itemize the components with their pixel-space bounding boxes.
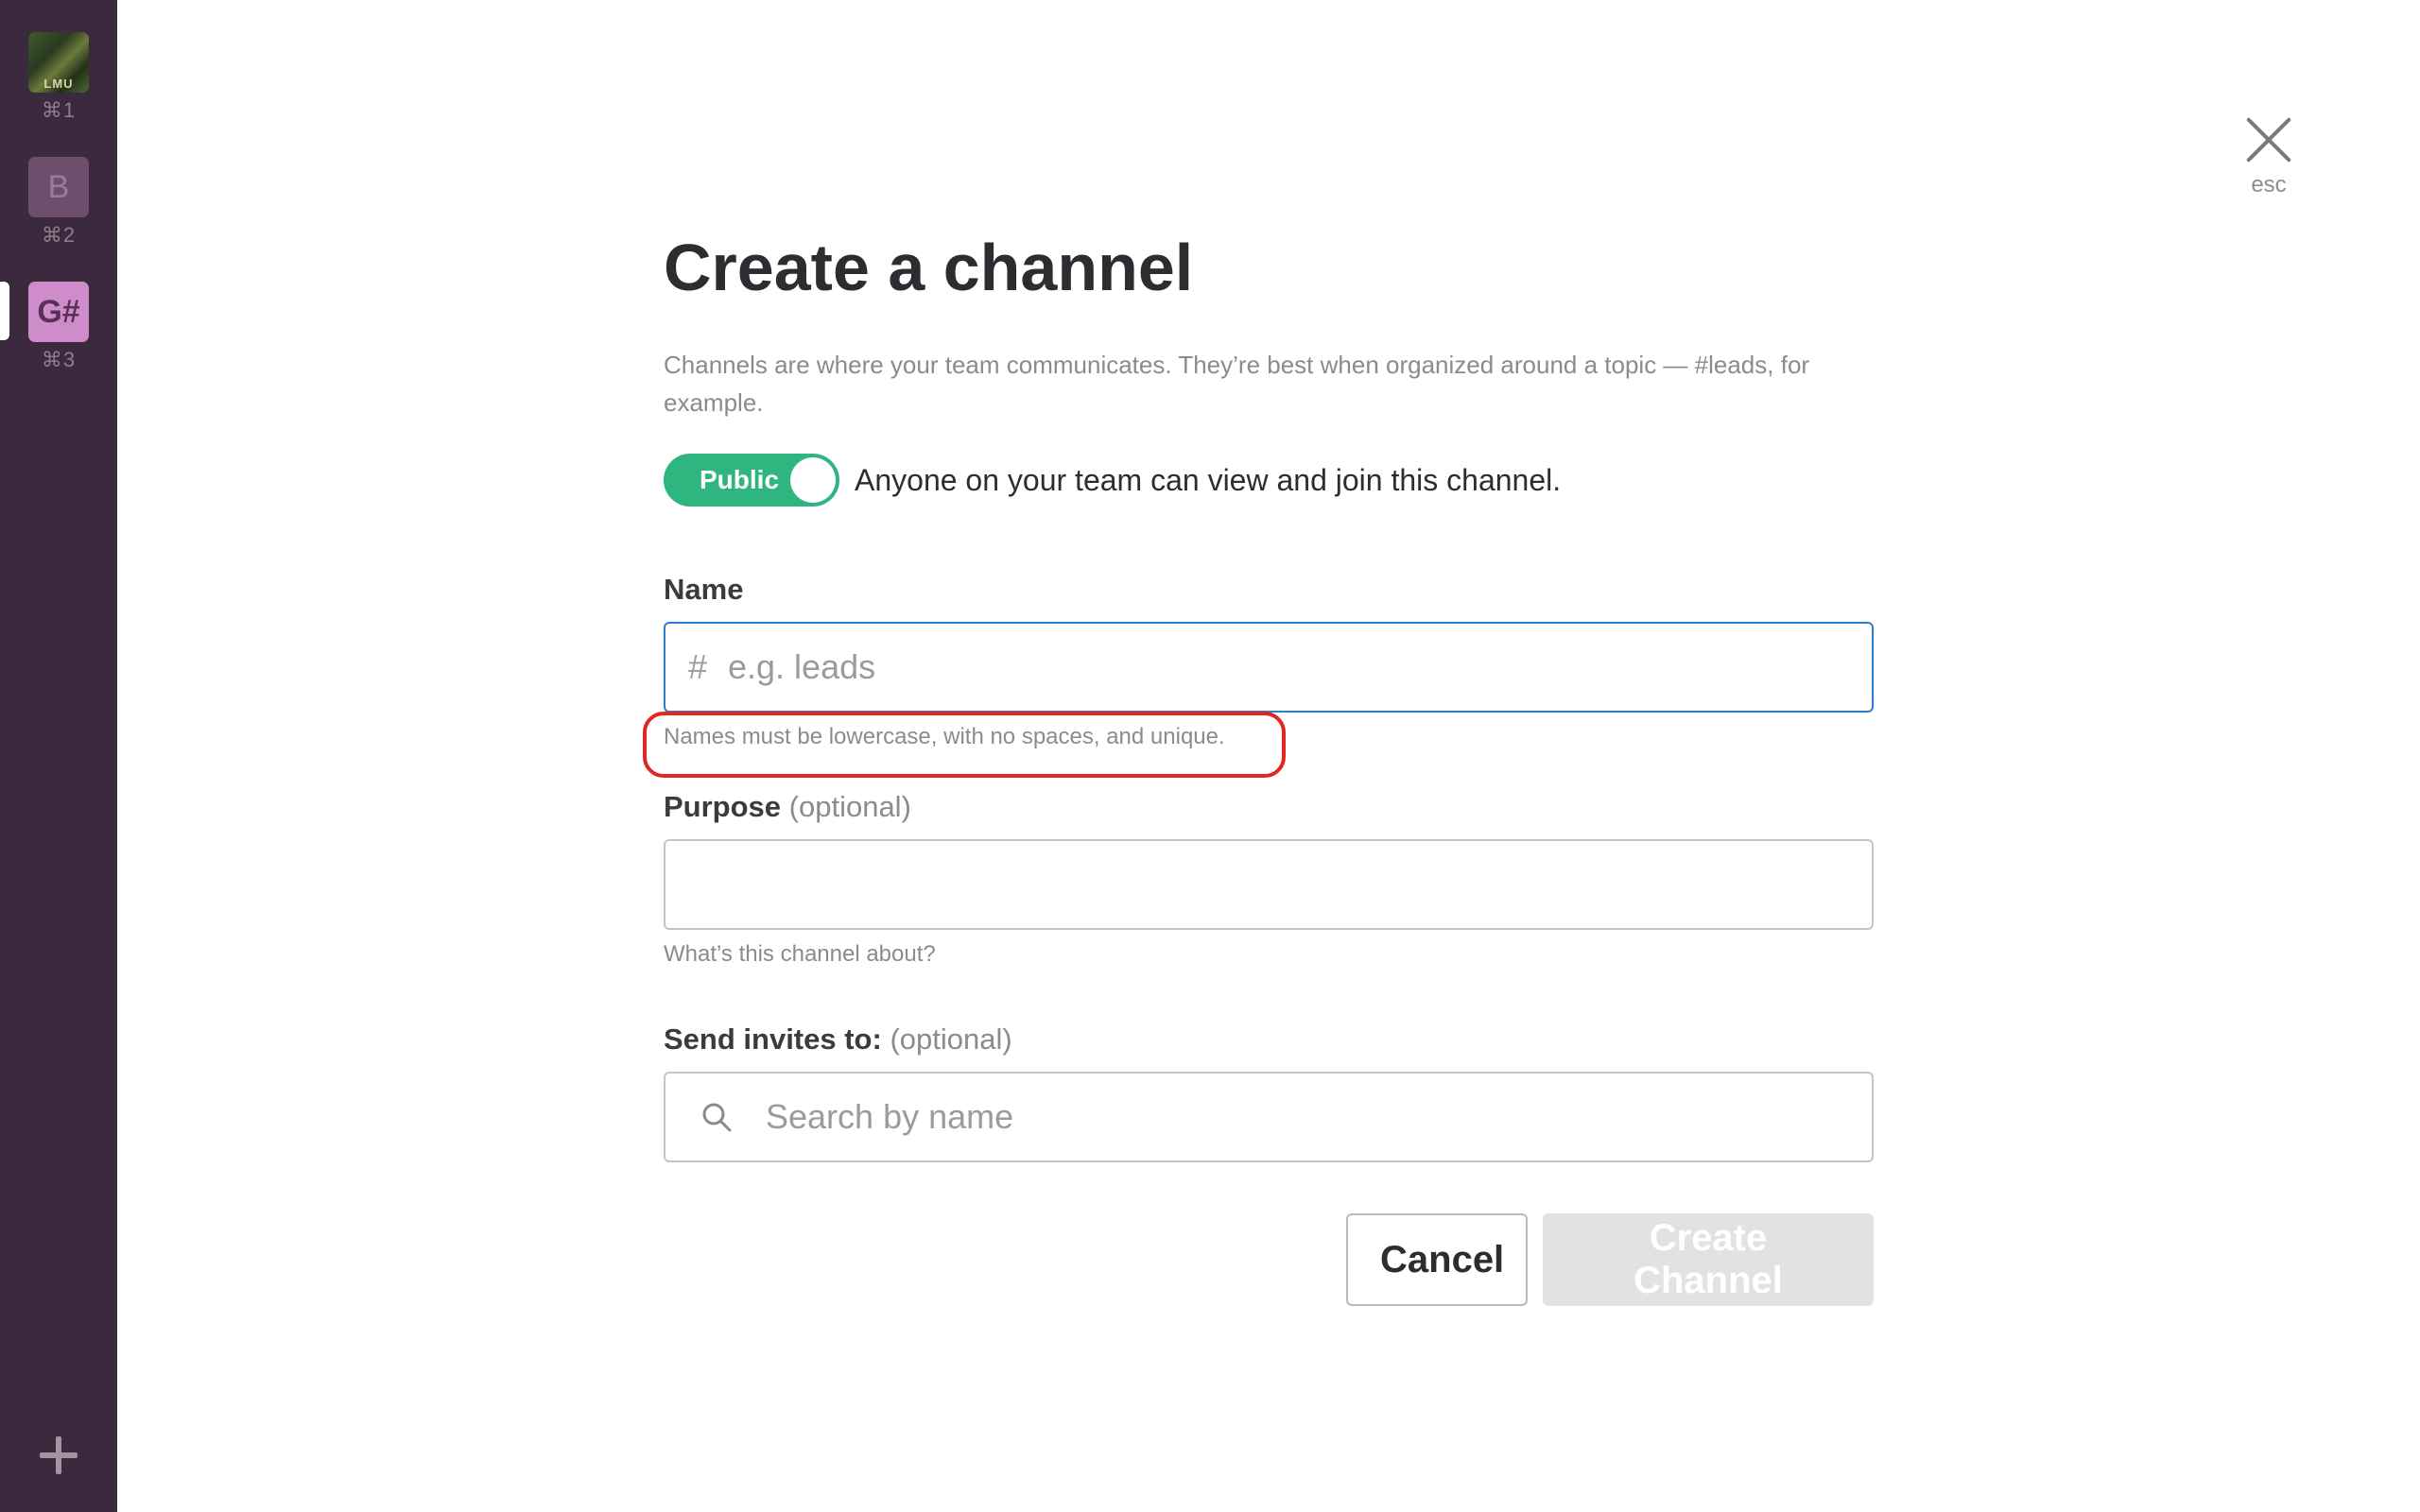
name-label: Name xyxy=(664,573,744,606)
page-title: Create a channel xyxy=(664,231,1194,304)
invite-search-box[interactable] xyxy=(664,1072,1874,1162)
team-icon-image[interactable]: LMU xyxy=(28,32,89,93)
toggle-knob xyxy=(790,457,836,503)
team-switcher-item-2[interactable]: B ⌘2 xyxy=(28,157,89,248)
purpose-hint: What’s this channel about? xyxy=(664,941,936,967)
purpose-label: Purpose (optional) xyxy=(664,790,1874,824)
purpose-field-group: Purpose (optional) What’s this channel a… xyxy=(664,790,1874,968)
close-icon[interactable] xyxy=(2242,113,2295,166)
invite-label-text: Send invites to: xyxy=(664,1022,882,1056)
name-input[interactable] xyxy=(726,624,1845,711)
team-shortcut-label: ⌘3 xyxy=(41,348,77,371)
name-input-box[interactable]: # xyxy=(664,622,1874,713)
visibility-row: Public Anyone on your team can view and … xyxy=(664,454,1874,507)
visibility-description: Anyone on your team can view and join th… xyxy=(855,462,1562,497)
purpose-input[interactable] xyxy=(688,841,1845,928)
team-shortcut-label: ⌘2 xyxy=(41,223,77,247)
create-channel-dialog: Create a channel Channels are where your… xyxy=(643,227,1874,1306)
team-icon-g-sharp[interactable]: G# xyxy=(28,282,89,342)
search-icon xyxy=(702,1103,732,1132)
purpose-label-text: Purpose xyxy=(664,790,782,823)
invite-search-input[interactable] xyxy=(764,1074,1845,1160)
optional-tag: (optional) xyxy=(890,1022,1012,1056)
plus-icon[interactable] xyxy=(36,1433,81,1478)
team-shortcut-label: ⌘1 xyxy=(41,98,77,122)
team-switcher-item-3[interactable]: G# ⌘3 xyxy=(28,282,89,372)
purpose-input-box[interactable] xyxy=(664,839,1874,930)
team-icon-b[interactable]: B xyxy=(28,157,89,217)
active-team-indicator xyxy=(0,282,9,340)
invite-field-group: Send invites to: (optional) xyxy=(664,1022,1874,1162)
dialog-description: Channels are where your team communicate… xyxy=(664,351,1810,417)
team-sidebar: LMU ⌘1 B ⌘2 G# ⌘3 xyxy=(0,0,117,1512)
annotation-highlight xyxy=(643,712,1286,778)
cancel-button[interactable]: Cancel xyxy=(1346,1213,1528,1306)
optional-tag: (optional) xyxy=(788,790,911,823)
esc-label: esc xyxy=(2251,172,2287,198)
hash-prefix: # xyxy=(688,647,708,686)
close-button[interactable]: esc xyxy=(2231,113,2307,198)
public-private-toggle[interactable]: Public xyxy=(664,454,839,507)
toggle-label: Public xyxy=(700,465,780,494)
dialog-actions: Cancel Create Channel xyxy=(1346,1213,1874,1306)
create-channel-button[interactable]: Create Channel xyxy=(1543,1213,1874,1306)
team-image-label: LMU xyxy=(43,77,74,91)
team-switcher-item-1[interactable]: LMU ⌘1 xyxy=(28,32,89,123)
invite-label: Send invites to: (optional) xyxy=(664,1022,1874,1057)
